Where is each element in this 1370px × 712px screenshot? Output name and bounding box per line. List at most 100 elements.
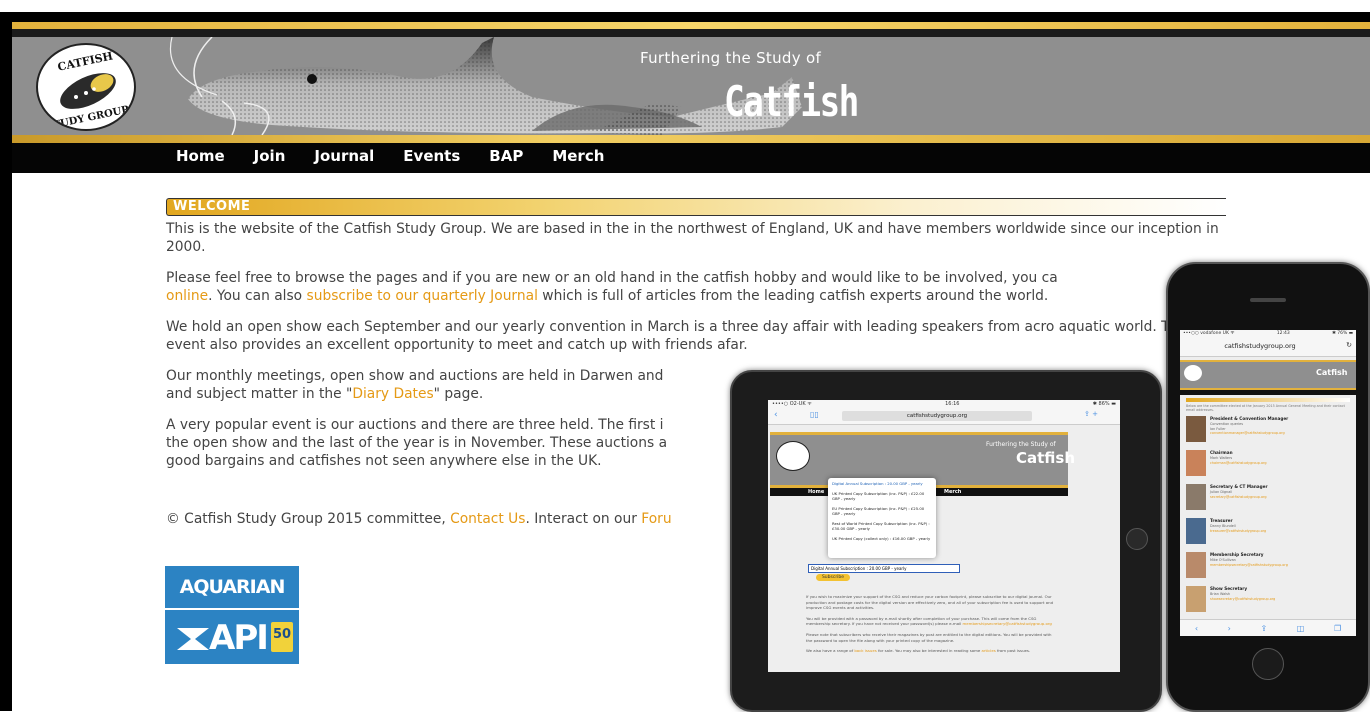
sponsor-aquarian-text: AQUARIAN: [179, 576, 286, 598]
member-name: Mike O'Sullivan: [1210, 558, 1236, 562]
tablet-nav-home[interactable]: Home: [808, 489, 824, 495]
tablet-status-battery: ✱ 86% ▬: [1092, 401, 1116, 407]
main-nav: Home Join Journal Events BAP Merch: [12, 143, 1370, 173]
member-email-link[interactable]: chairman@catfishstudygroup.org: [1210, 461, 1267, 465]
header-gold-stripe: [12, 22, 1370, 29]
committee-member: Show Secretary Brian Walsh showsecretary…: [1186, 584, 1350, 618]
diary-dates-link[interactable]: Diary Dates: [352, 386, 433, 402]
member-name: Convention queries: [1210, 422, 1243, 426]
para-text: and subject matter in the ": [166, 386, 353, 402]
phone-home-button[interactable]: [1252, 648, 1284, 680]
intro-paragraph: This is the website of the Catfish Study…: [166, 221, 1219, 255]
phone-share-icon[interactable]: ⇪: [1260, 624, 1267, 633]
page-top-margin: [0, 0, 1370, 12]
member-role: Secretary & CT Manager: [1210, 484, 1268, 489]
subscribe-journal-link[interactable]: subscribe to our quarterly Journal: [307, 288, 538, 304]
phone-site-nav: [1180, 390, 1356, 395]
member-name: Brian Walsh: [1210, 592, 1231, 596]
tablet-nav-merch[interactable]: Merch: [944, 489, 961, 495]
page-left-border: [0, 12, 12, 711]
phone-tabs-icon[interactable]: ❐: [1334, 624, 1341, 633]
tablet-dropdown-option[interactable]: EU Printed Copy Subscription (inc. P&P) …: [832, 506, 932, 516]
member-role: Treasurer: [1210, 518, 1233, 523]
tablet-share-icon[interactable]: ⇪ +: [1084, 410, 1098, 418]
nav-events[interactable]: Events: [403, 147, 460, 165]
tablet-articles-link[interactable]: articles: [982, 648, 996, 653]
member-role: Membership Secretary: [1210, 552, 1264, 557]
tablet-url-bar[interactable]: catfishstudygroup.org: [842, 411, 1032, 421]
para-text: " page.: [433, 386, 484, 402]
member-photo: [1186, 586, 1206, 612]
tablet-mockup: ••••○ O2-UK ᯤ 16:16 ✱ 86% ▬ ‹ ▯▯ catfish…: [730, 370, 1162, 712]
api-swoosh-icon: [177, 628, 209, 650]
tablet-dropdown-option[interactable]: Digital Annual Subscription : 20.00 GBP …: [832, 481, 932, 486]
tablet-select[interactable]: Digital Annual Subscription : 20.00 GBP …: [808, 564, 960, 573]
phone-site-header: Catfish: [1180, 360, 1356, 390]
tablet-dropdown-option[interactable]: UK Printed Copy (collect only) : £16.00 …: [832, 536, 932, 541]
tablet-membership-email-link[interactable]: membershipsecretary@catfishstudygroup.or…: [963, 621, 1052, 626]
phone-speaker: [1250, 298, 1286, 302]
nav-merch[interactable]: Merch: [552, 147, 604, 165]
member-email-link[interactable]: membershipsecretary@catfishstudygroup.or…: [1210, 563, 1288, 567]
sponsor-50-badge: 50: [271, 622, 293, 652]
phone-welcome-bar: [1186, 398, 1350, 402]
tablet-dropdown-option[interactable]: Rest of World Printed Copy Subscription …: [832, 521, 932, 531]
member-email-link[interactable]: conventionmanager@catfishstudygroup.org: [1210, 431, 1285, 435]
tablet-body-text-span: for sale. You may also be interested in …: [876, 648, 982, 654]
header-banner: CATFISH STUDY GROUP Furthering the Study…: [12, 37, 1370, 135]
tablet-dropdown-option[interactable]: UK Printed Copy Subscription (inc. P&P) …: [832, 491, 932, 501]
member-role: Chairman: [1210, 450, 1233, 455]
tablet-body-text-span: We also have a range of: [806, 648, 855, 654]
tablet-safari-toolbar: ‹ ▯▯ catfishstudygroup.org ⇪ +: [768, 408, 1120, 425]
nav-join[interactable]: Join: [254, 147, 286, 165]
member-email-link[interactable]: showsecretary@catfishstudygroup.org: [1210, 597, 1275, 601]
nav-home[interactable]: Home: [176, 147, 225, 165]
para-text: A very popular event is our auctions and…: [166, 417, 664, 433]
member-photo: [1186, 518, 1206, 544]
phone-url-bar[interactable]: catfishstudygroup.org ↻: [1180, 338, 1356, 357]
online-link[interactable]: online: [166, 288, 208, 304]
phone-status-time: 12:43: [1276, 331, 1290, 336]
nav-bap[interactable]: BAP: [489, 147, 523, 165]
member-email-link[interactable]: secretary@catfishstudygroup.org: [1210, 495, 1267, 499]
aquarian-api-sponsor-logo[interactable]: AQUARIAN API 50: [165, 566, 299, 664]
member-email-link[interactable]: treasurer@catfishstudygroup.org: [1210, 529, 1266, 533]
tablet-site-tagline: Furthering the Study of: [986, 441, 1056, 448]
member-name: Julian Dignall: [1210, 490, 1233, 494]
para-text: good bargains and catfishes not seen any…: [166, 453, 602, 469]
member-name: Mark Walters: [1210, 456, 1233, 460]
phone-screen: •••○○ vodafone UK ᯤ 12:43 ✱ 76% ▬ catfis…: [1180, 330, 1356, 636]
tablet-bookmarks-icon[interactable]: ▯▯: [810, 410, 819, 419]
tablet-subscribe-button[interactable]: Subscribe: [816, 574, 850, 581]
phone-back-icon[interactable]: ‹: [1195, 624, 1198, 633]
phone-intro-text: Below are the committee elected at the J…: [1186, 404, 1345, 412]
phone-status-battery: ✱ 76% ▬: [1332, 331, 1353, 336]
para-text: . You can also: [208, 288, 307, 304]
forum-link[interactable]: Foru: [641, 511, 671, 527]
committee-member: President & Convention Manager Conventio…: [1186, 414, 1350, 448]
phone-bookmarks-icon[interactable]: ◫: [1297, 624, 1305, 633]
nav-journal[interactable]: Journal: [314, 147, 374, 165]
phone-statusbar: •••○○ vodafone UK ᯤ 12:43 ✱ 76% ▬: [1180, 330, 1356, 338]
tablet-dropdown[interactable]: Digital Annual Subscription : 20.00 GBP …: [828, 478, 936, 558]
contact-us-link[interactable]: Contact Us: [450, 511, 525, 527]
committee-member: Treasurer Danny Blundell treasurer@catfi…: [1186, 516, 1350, 550]
copyright-text: . Interact on our: [525, 511, 642, 527]
phone-forward-icon[interactable]: ›: [1228, 624, 1231, 633]
header-top-bar: [12, 12, 1370, 22]
phone-reload-icon[interactable]: ↻: [1346, 341, 1352, 349]
member-photo: [1186, 450, 1206, 476]
header-tagline: Furthering the Study of: [640, 49, 822, 67]
tablet-home-button[interactable]: [1126, 528, 1148, 550]
tablet-back-issues-link[interactable]: back issues: [854, 648, 877, 653]
tablet-body-paragraph: We also have a range of back issues for …: [806, 648, 1058, 654]
tablet-screen: ••••○ O2-UK ᯤ 16:16 ✱ 86% ▬ ‹ ▯▯ catfish…: [768, 400, 1120, 672]
phone-mockup: •••○○ vodafone UK ᯤ 12:43 ✱ 76% ▬ catfis…: [1166, 262, 1370, 712]
member-photo: [1186, 552, 1206, 578]
logo-fish-icon: CATFISH STUDY GROUP: [45, 49, 130, 129]
phone-committee-list: President & Convention Manager Conventio…: [1186, 414, 1350, 618]
tablet-back-icon[interactable]: ‹: [774, 410, 778, 420]
catfish-study-group-logo[interactable]: CATFISH STUDY GROUP: [36, 43, 136, 131]
tablet-body-paragraph: You will be provided with a password by …: [806, 616, 1058, 627]
header-title: Catfish: [724, 77, 859, 126]
